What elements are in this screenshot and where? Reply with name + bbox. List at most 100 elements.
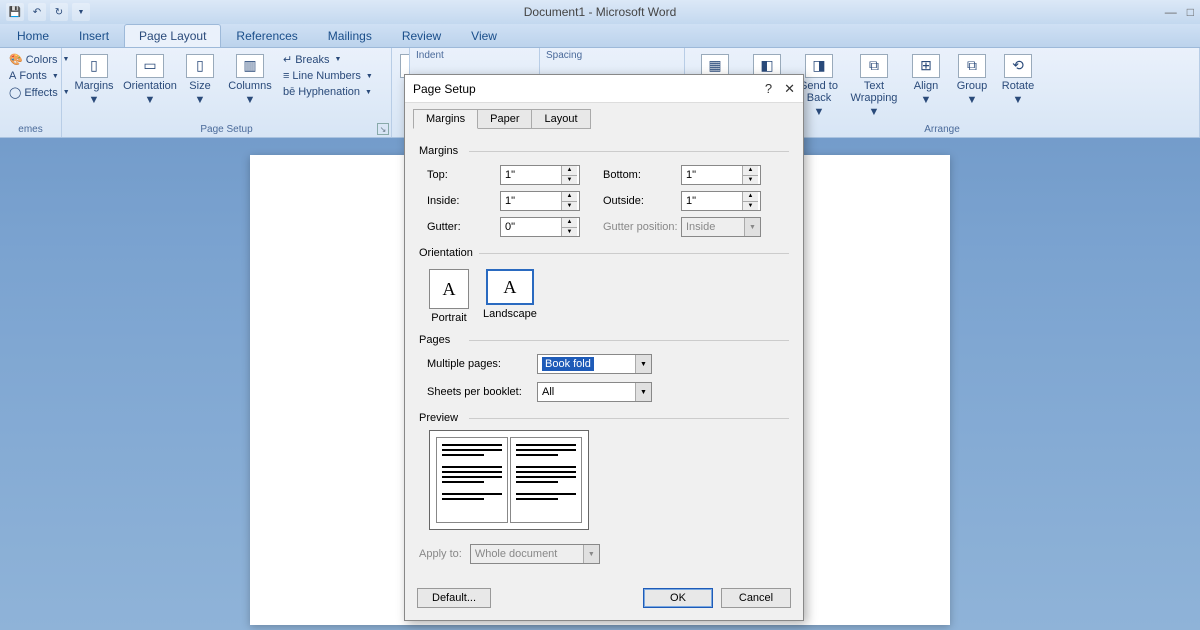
tab-view[interactable]: View — [456, 24, 512, 47]
hyphenation-icon: bē — [283, 86, 295, 98]
redo-icon[interactable]: ↻ — [50, 3, 68, 21]
spin-up-icon[interactable]: ▲ — [743, 192, 758, 202]
group-page-setup-title: Page Setup — [68, 122, 385, 135]
size-button[interactable]: ▯ Size▼ — [180, 52, 220, 108]
tab-insert[interactable]: Insert — [64, 24, 124, 47]
page-setup-dialog: Page Setup ? ✕ Margins Paper Layout Marg… — [404, 74, 804, 621]
spin-up-icon[interactable]: ▲ — [562, 166, 577, 176]
inside-spinner[interactable]: ▲▼ — [500, 191, 580, 211]
spacing-label: Spacing — [546, 50, 678, 65]
close-icon[interactable]: ✕ — [784, 81, 795, 97]
tab-references[interactable]: References — [221, 24, 312, 47]
tab-page-layout[interactable]: Page Layout — [124, 24, 221, 47]
dialog-tabs: Margins Paper Layout — [405, 103, 803, 129]
dialog-tab-paper[interactable]: Paper — [477, 109, 532, 129]
spin-down-icon[interactable]: ▼ — [562, 228, 577, 237]
multiple-pages-select[interactable]: Book fold ▼ — [537, 354, 652, 374]
spin-up-icon[interactable]: ▲ — [743, 166, 758, 176]
sheets-select[interactable]: All ▼ — [537, 382, 652, 402]
gutter-spinner[interactable]: ▲▼ — [500, 217, 580, 237]
apply-to-select[interactable]: Whole document ▼ — [470, 544, 600, 564]
preview-page-left — [436, 437, 508, 523]
tab-review[interactable]: Review — [387, 24, 456, 47]
dialog-tab-margins[interactable]: Margins — [413, 109, 478, 129]
align-button[interactable]: ⊞ Align▼ — [905, 52, 947, 108]
inside-input[interactable] — [501, 192, 561, 210]
group-button[interactable]: ⧉ Group▼ — [951, 52, 993, 108]
fonts-icon: A — [9, 70, 16, 82]
help-icon[interactable]: ? — [765, 81, 772, 97]
preview-box — [429, 430, 589, 530]
ok-button[interactable]: OK — [643, 588, 713, 608]
breaks-button[interactable]: ↵Breaks▼ — [280, 52, 376, 67]
group-page-setup: ▯ Margins▼ ▭ Orientation▼ ▯ Size▼ ▥ Colu… — [62, 48, 392, 137]
spin-down-icon[interactable]: ▼ — [743, 176, 758, 185]
dialog-titlebar[interactable]: Page Setup ? ✕ — [405, 75, 803, 103]
group-themes-title: emes — [6, 122, 55, 135]
ribbon-tabs: Home Insert Page Layout References Maili… — [0, 24, 1200, 48]
spin-up-icon[interactable]: ▲ — [562, 218, 577, 228]
chevron-down-icon[interactable]: ▼ — [583, 545, 599, 563]
colors-icon: 🎨 — [9, 53, 23, 66]
pages-section-label: Pages — [419, 334, 789, 346]
rotate-icon: ⟲ — [1004, 54, 1032, 78]
hyphenation-button[interactable]: bēHyphenation▼ — [280, 85, 376, 99]
apply-to-label: Apply to: — [419, 548, 462, 560]
spin-down-icon[interactable]: ▼ — [743, 202, 758, 211]
dialog-tab-layout[interactable]: Layout — [531, 109, 590, 129]
spin-up-icon[interactable]: ▲ — [562, 192, 577, 202]
effects-icon: ◯ — [9, 86, 21, 99]
maximize-icon[interactable]: □ — [1187, 5, 1194, 19]
group-icon: ⧉ — [958, 54, 986, 78]
top-input[interactable] — [501, 166, 561, 184]
outside-spinner[interactable]: ▲▼ — [681, 191, 761, 211]
line-numbers-button[interactable]: ≡Line Numbers▼ — [280, 69, 376, 83]
text-wrap-icon: ⧉ — [860, 54, 888, 78]
send-back-icon: ◨ — [805, 54, 833, 78]
line-numbers-icon: ≡ — [283, 70, 289, 82]
tab-mailings[interactable]: Mailings — [313, 24, 387, 47]
spin-down-icon[interactable]: ▼ — [562, 202, 577, 211]
landscape-option[interactable]: A Landscape — [483, 269, 537, 324]
page-setup-launcher-icon[interactable]: ↘ — [377, 123, 389, 135]
window-title: Document1 - Microsoft Word — [524, 5, 677, 19]
multiple-pages-label: Multiple pages: — [427, 358, 527, 370]
preview-section-label: Preview — [419, 412, 789, 424]
breaks-icon: ↵ — [283, 53, 292, 66]
minimize-icon[interactable]: — — [1165, 5, 1177, 19]
bottom-label: Bottom: — [603, 169, 663, 181]
bottom-spinner[interactable]: ▲▼ — [681, 165, 761, 185]
sheets-label: Sheets per booklet: — [427, 386, 527, 398]
margins-section-label: Margins — [419, 145, 789, 157]
save-icon[interactable]: 💾 — [6, 3, 24, 21]
rotate-button[interactable]: ⟲ Rotate▼ — [997, 52, 1039, 108]
margins-button[interactable]: ▯ Margins▼ — [68, 52, 120, 108]
orientation-icon: ▭ — [136, 54, 164, 78]
undo-icon[interactable]: ↶ — [28, 3, 46, 21]
columns-button[interactable]: ▥ Columns▼ — [224, 52, 276, 108]
columns-icon: ▥ — [236, 54, 264, 78]
landscape-icon: A — [486, 269, 534, 305]
tab-home[interactable]: Home — [2, 24, 64, 47]
default-button[interactable]: Default... — [417, 588, 491, 608]
chevron-down-icon[interactable]: ▼ — [635, 355, 651, 373]
title-bar: 💾 ↶ ↻ ▼ Document1 - Microsoft Word — □ — [0, 0, 1200, 24]
quick-access-toolbar: 💾 ↶ ↻ ▼ — [0, 3, 96, 21]
bottom-input[interactable] — [682, 166, 742, 184]
portrait-option[interactable]: A Portrait — [429, 269, 469, 324]
qat-dropdown-icon[interactable]: ▼ — [72, 3, 90, 21]
margins-icon: ▯ — [80, 54, 108, 78]
gutter-input[interactable] — [501, 218, 561, 236]
top-spinner[interactable]: ▲▼ — [500, 165, 580, 185]
outside-input[interactable] — [682, 192, 742, 210]
cancel-button[interactable]: Cancel — [721, 588, 791, 608]
align-icon: ⊞ — [912, 54, 940, 78]
chevron-down-icon: ▼ — [744, 218, 760, 236]
size-icon: ▯ — [186, 54, 214, 78]
orientation-button[interactable]: ▭ Orientation▼ — [124, 52, 176, 108]
spin-down-icon[interactable]: ▼ — [562, 176, 577, 185]
chevron-down-icon[interactable]: ▼ — [635, 383, 651, 401]
text-wrap-button[interactable]: ⧉ Text Wrapping▼ — [847, 52, 901, 120]
portrait-icon: A — [429, 269, 469, 309]
orientation-section-label: Orientation — [419, 247, 789, 259]
